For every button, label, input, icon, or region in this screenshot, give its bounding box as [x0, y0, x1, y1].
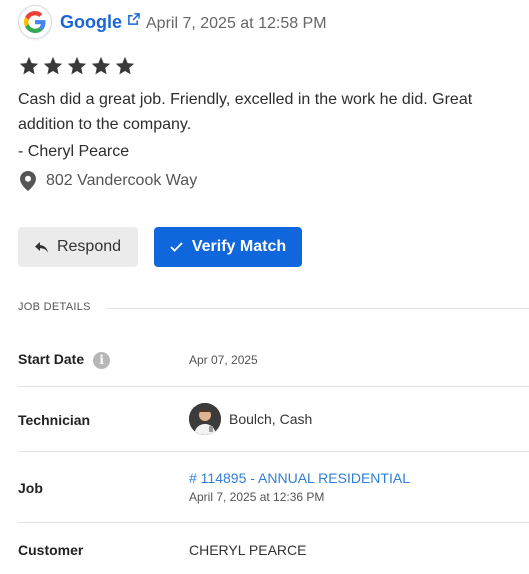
star-rating — [18, 55, 136, 77]
external-link-icon — [127, 12, 140, 26]
location-text: 802 Vandercook Way — [46, 172, 198, 189]
start-date-value: Apr 07, 2025 — [189, 353, 258, 367]
review-timestamp: April 7, 2025 at 12:58 PM — [146, 15, 327, 32]
review-header: Google April 7, 2025 at 12:58 PM — [18, 5, 327, 39]
technician-label: Technician — [18, 412, 91, 428]
job-link[interactable]: # 114895 - ANNUAL RESIDENTIAL — [189, 470, 410, 486]
review-text: Cash did a great job. Friendly, excelled… — [18, 91, 473, 133]
star-icon — [67, 56, 87, 75]
job-label: Job — [18, 480, 43, 496]
map-pin-icon — [20, 171, 36, 191]
technician-name[interactable]: Boulch, Cash — [229, 411, 312, 427]
respond-button[interactable]: Respond — [18, 227, 138, 267]
customer-value[interactable]: CHERYL PEARCE — [189, 542, 306, 558]
job-date: April 7, 2025 at 12:36 PM — [189, 490, 325, 504]
verify-match-button[interactable]: Verify Match — [154, 227, 302, 267]
verify-match-label: Verify Match — [191, 238, 287, 255]
reply-icon — [34, 241, 48, 253]
info-icon[interactable]: i — [93, 351, 111, 369]
avatar — [189, 403, 221, 435]
star-icon — [91, 56, 111, 75]
technician-value: Boulch, Cash — [189, 403, 312, 435]
start-date-label-wrap: Start Date i — [18, 351, 111, 369]
review-source-link[interactable]: Google — [60, 12, 140, 33]
star-icon — [19, 56, 39, 75]
job-details-title: JOB DETAILS — [18, 301, 91, 313]
row-divider — [18, 386, 529, 387]
star-icon — [115, 56, 135, 75]
section-divider — [106, 308, 529, 309]
review-detail-panel: Google April 7, 2025 at 12:58 PM Cash di… — [0, 0, 529, 574]
respond-label: Respond — [56, 238, 122, 255]
row-divider — [18, 522, 529, 523]
customer-label: Customer — [18, 542, 84, 558]
start-date-label: Start Date — [18, 351, 85, 367]
job-value: # 114895 - ANNUAL RESIDENTIAL April 7, 2… — [189, 469, 410, 506]
star-icon — [43, 56, 63, 75]
review-author: - Cheryl Pearce — [18, 143, 130, 160]
review-location: 802 Vandercook Way — [20, 171, 197, 191]
review-source-label: Google — [60, 11, 122, 32]
google-logo-icon — [18, 5, 52, 39]
check-icon — [170, 242, 183, 252]
row-divider — [18, 451, 529, 452]
